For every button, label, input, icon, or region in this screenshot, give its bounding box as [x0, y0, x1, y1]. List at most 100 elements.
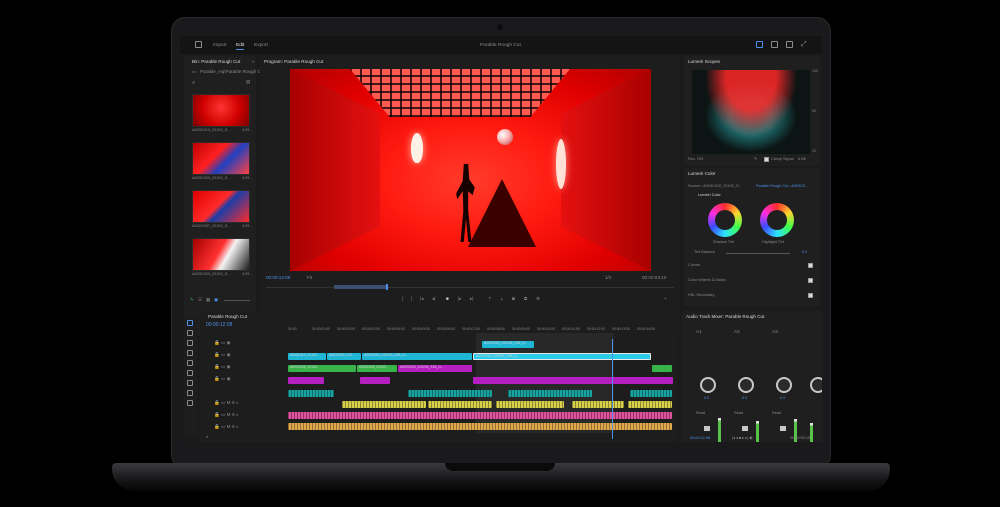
pan-knob[interactable]	[738, 377, 754, 393]
bin-thumbnail-1[interactable]	[192, 94, 250, 127]
go-to-in-icon[interactable]: |◂	[420, 296, 424, 302]
clip-v0[interactable]	[473, 377, 673, 384]
tint-balance-slider[interactable]	[726, 253, 790, 254]
rectangle-tool-icon[interactable]	[187, 380, 193, 386]
volume-fader[interactable]	[780, 426, 786, 431]
program-timecode[interactable]: 00:00:12:08	[266, 275, 290, 281]
shadow-tint-wheel[interactable]	[708, 203, 742, 237]
ripple-edit-tool-icon[interactable]	[187, 340, 193, 346]
bit-dropdown[interactable]: 8 Bit	[798, 157, 806, 162]
pen-tool-icon[interactable]	[187, 370, 193, 376]
timeline-timecode[interactable]: 00:00:12:08	[206, 323, 232, 328]
clip-v2[interactable]: A003C009_222...	[327, 353, 361, 360]
audio-clip[interactable]	[428, 401, 492, 408]
clip-v2[interactable]: A003C003_220206_S1B_D...	[362, 353, 472, 360]
play-icon[interactable]: ■	[446, 296, 449, 302]
hand-tool-icon[interactable]	[187, 390, 193, 396]
step-forward-icon[interactable]: |▸	[458, 296, 462, 302]
clip-v0[interactable]	[360, 377, 390, 384]
clip-v1[interactable]: A003C003_220206_S1B_D...	[398, 365, 472, 372]
audio-clip[interactable]	[288, 412, 672, 419]
mixer-timecode[interactable]: 00:00:12:08	[690, 436, 710, 441]
mark-in-icon[interactable]: {	[402, 296, 404, 302]
camera-icon[interactable]: ◙	[512, 296, 515, 302]
track-header-v0[interactable]: 🔒 ▭ ◉	[214, 376, 231, 382]
track-header-v3[interactable]: 🔒 ▭ ◉	[214, 340, 231, 346]
clip-v2[interactable]: A003C010_22102...	[288, 353, 326, 360]
bin-thumbnail-3[interactable]	[192, 190, 250, 223]
pan-knob[interactable]	[776, 377, 792, 393]
audio-clip[interactable]	[508, 390, 592, 397]
section-hsl[interactable]: HSL Secondary	[688, 293, 714, 298]
pan-value[interactable]: 0.0	[780, 396, 785, 401]
track-header-v1[interactable]: 🔒 ▭ ◉	[214, 364, 231, 370]
resolution-dropdown[interactable]: 1/2	[605, 275, 611, 281]
zoom-slider[interactable]	[224, 300, 250, 301]
fullscreen-icon[interactable]: ⤢	[801, 41, 808, 48]
search-icon[interactable]: ⌕	[192, 80, 195, 86]
hsl-checkbox[interactable]	[808, 293, 813, 298]
clip-v1[interactable]	[652, 365, 672, 372]
tint-balance-value[interactable]: 0.0	[802, 250, 807, 255]
freeform-view-icon[interactable]: ▣	[214, 297, 218, 303]
new-bin-icon[interactable]: ▤	[246, 79, 250, 85]
icon-view-icon[interactable]: ▦	[206, 297, 210, 303]
automation-mode[interactable]: Read	[734, 411, 743, 416]
section-color-wheels[interactable]: Color Wheels & Match	[688, 278, 726, 283]
volume-fader[interactable]	[704, 426, 710, 431]
lift-icon[interactable]: ⇡	[488, 296, 492, 302]
video-frame[interactable]	[290, 69, 651, 271]
home-icon[interactable]	[195, 41, 202, 48]
track-header-a1[interactable]: 🔒 ▭ M S ◐	[214, 400, 239, 406]
section-curves[interactable]: Curves	[688, 263, 700, 268]
automation-mode[interactable]: Read	[772, 411, 781, 416]
go-to-out-icon[interactable]: ▸|	[470, 296, 474, 302]
share-icon[interactable]	[771, 41, 778, 48]
workspaces-icon[interactable]	[756, 41, 763, 48]
settings-icon[interactable]: ⚙	[536, 296, 540, 302]
tab-export[interactable]: Export	[254, 43, 268, 48]
pan-value[interactable]: 0.0	[742, 396, 747, 401]
audio-clip[interactable]	[630, 390, 672, 397]
tab-edit[interactable]: Edit	[236, 43, 245, 50]
timeline-scroll-icon[interactable]: ◐	[206, 434, 209, 440]
slip-tool-icon[interactable]	[187, 360, 193, 366]
fit-dropdown[interactable]: Fit	[307, 275, 312, 281]
clip-v1[interactable]: A003C009_22105...	[288, 365, 356, 372]
razor-tool-icon[interactable]	[187, 350, 193, 356]
wrench-icon[interactable]: ✎	[754, 157, 757, 162]
audio-clip[interactable]	[342, 401, 426, 408]
color-wheels-checkbox[interactable]	[808, 278, 813, 283]
track-select-tool-icon[interactable]	[187, 330, 193, 336]
highlight-tint-wheel[interactable]	[760, 203, 794, 237]
audio-clip[interactable]	[288, 423, 672, 430]
track-header-v2[interactable]: 🔒 ▭ ◉	[214, 352, 231, 358]
audio-clip[interactable]	[572, 401, 624, 408]
lumetri-source[interactable]: Source • A003C010_22102_S...	[688, 184, 742, 189]
step-back-icon[interactable]: ◂|	[432, 296, 436, 302]
compare-icon[interactable]: ⧉	[524, 296, 527, 302]
track-header-a3[interactable]: 🔒 ▭ M S ◐	[214, 424, 239, 430]
lumetri-section[interactable]: Lumetri Color	[698, 193, 721, 198]
in-out-range[interactable]	[334, 285, 386, 289]
timeline-playhead[interactable]	[612, 339, 613, 439]
pan-value[interactable]: 0.0	[704, 396, 709, 401]
tab-import[interactable]: Import	[213, 43, 227, 48]
automation-mode[interactable]: Read	[696, 411, 705, 416]
scrub-bar[interactable]	[266, 287, 674, 288]
clip-v2-selected[interactable]: A003C003_220206_S1B_D...	[473, 353, 651, 360]
clip-v0[interactable]	[288, 377, 324, 384]
track-header-a2[interactable]: 🔒 ▭ M S ◐	[214, 412, 239, 418]
rec-label[interactable]: Rec. 709	[688, 157, 703, 162]
panel-menu-icon[interactable]: »	[252, 59, 255, 65]
program-playhead[interactable]	[386, 284, 388, 290]
audio-clip[interactable]	[288, 390, 334, 397]
pan-knob[interactable]	[810, 377, 822, 393]
mixer-transport-icons[interactable]: |◂ ◂ ■ ▸ ▸| ◉	[732, 436, 752, 441]
add-button-icon[interactable]: +	[664, 296, 667, 302]
bin-thumbnail-2[interactable]	[192, 142, 250, 175]
volume-fader[interactable]	[742, 426, 748, 431]
curves-checkbox[interactable]	[808, 263, 813, 268]
bin-thumbnail-4[interactable]	[192, 238, 250, 271]
clip-v3[interactable]: A003C003_220206_S1B_D...	[482, 341, 534, 348]
